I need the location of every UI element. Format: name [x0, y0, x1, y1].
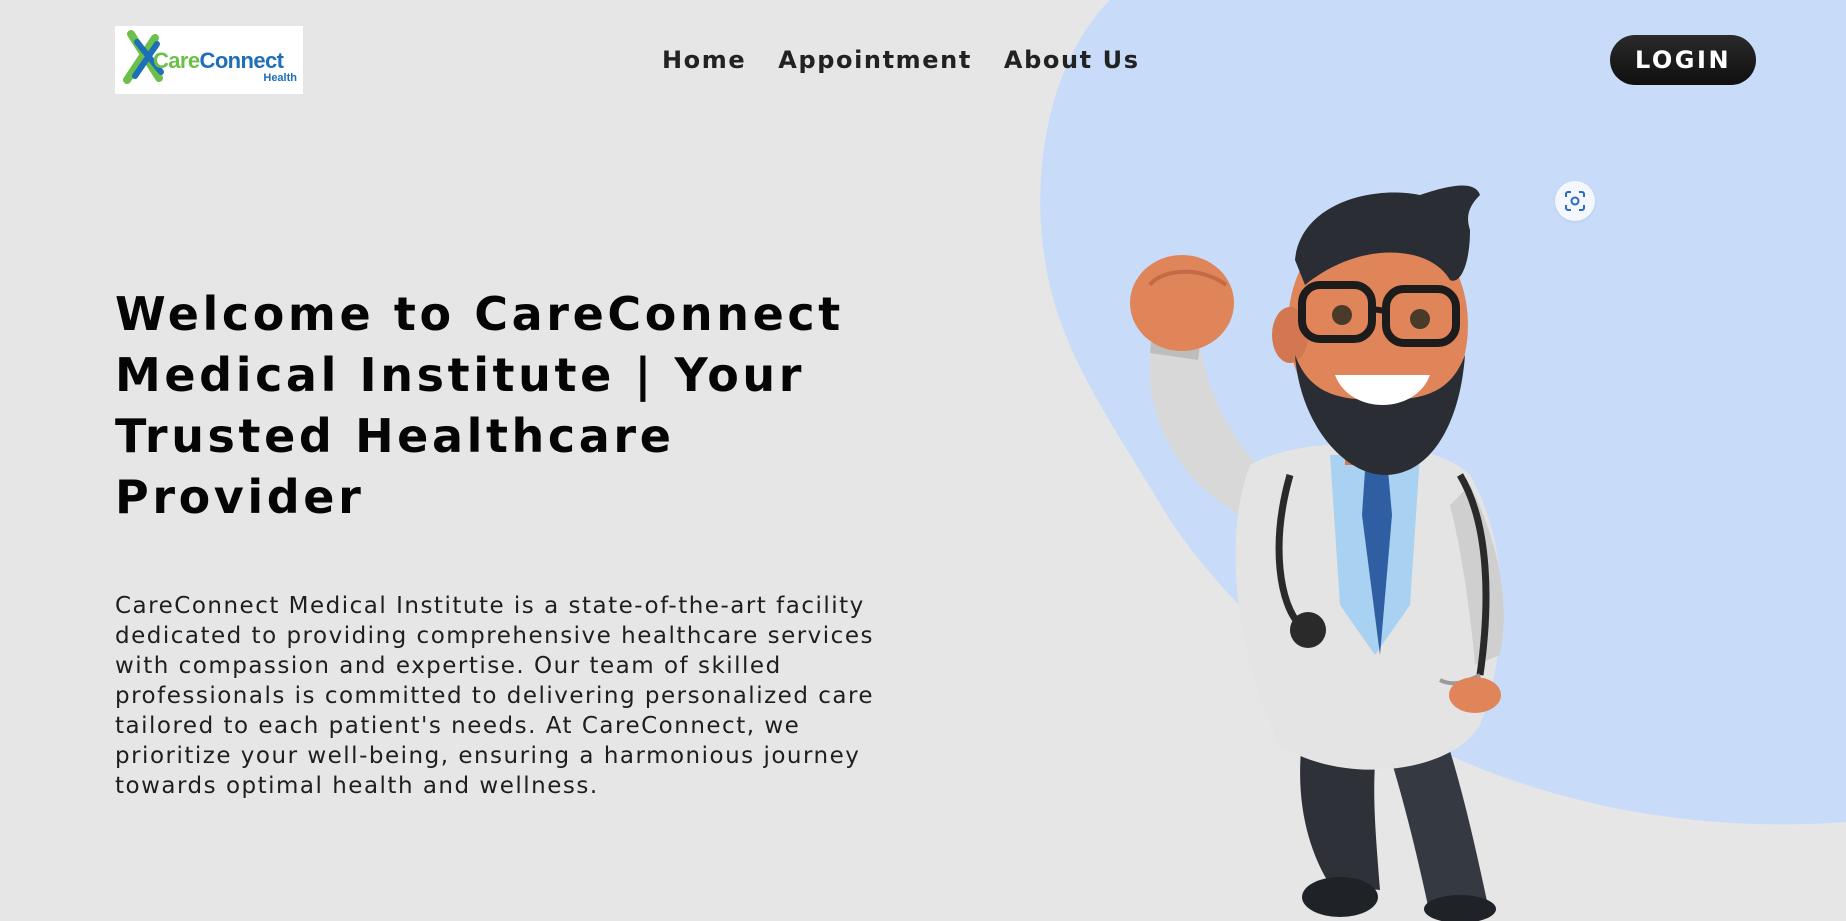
- visual-search-icon[interactable]: [1555, 181, 1595, 221]
- logo-text-sub: Health: [263, 72, 297, 84]
- nav-about-link[interactable]: About Us: [1004, 44, 1140, 76]
- login-button[interactable]: LOGIN: [1610, 35, 1756, 85]
- nav-appointment-link[interactable]: Appointment: [778, 44, 972, 76]
- careconnect-logo[interactable]: CareConnect Health: [115, 26, 303, 94]
- logo-text-care: Care: [153, 48, 200, 73]
- landing-page: CareConnect Health Home Appointment Abou…: [0, 0, 1846, 921]
- hero-description: CareConnect Medical Institute is a state…: [115, 593, 875, 799]
- superhero-doctor-illustration: [1130, 185, 1504, 921]
- nav-home-link[interactable]: Home: [662, 44, 746, 76]
- main-nav: Home Appointment About Us: [662, 44, 1140, 76]
- logo-text-connect: Connect: [200, 48, 285, 73]
- hero-title: Welcome to CareConnect Medical Institute…: [115, 287, 844, 524]
- svg-text:CareConnect: CareConnect: [153, 48, 285, 73]
